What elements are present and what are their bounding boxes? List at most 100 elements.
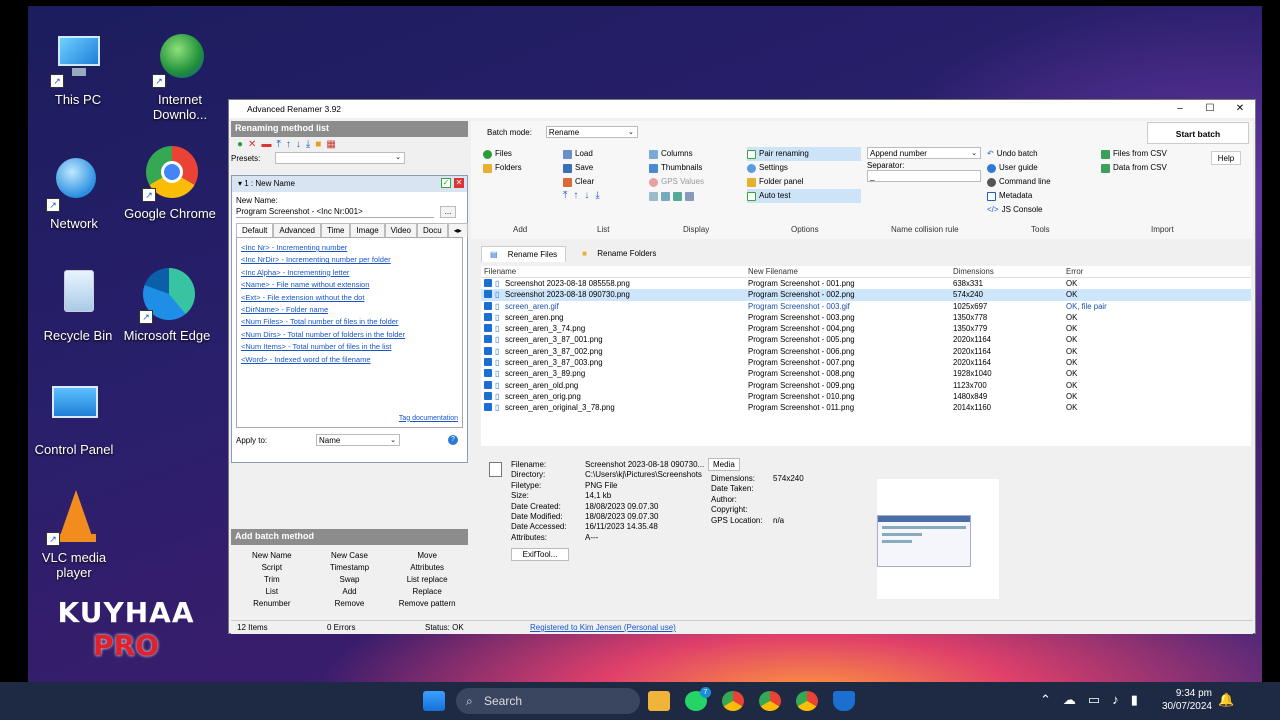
move-top-icon[interactable]: ⤒ <box>276 139 280 150</box>
file-explorer-icon[interactable] <box>648 691 670 711</box>
row-checkbox[interactable] <box>484 369 492 378</box>
clear-list-button[interactable]: Clear <box>563 175 600 189</box>
start-batch-button[interactable]: Start batch <box>1147 122 1249 144</box>
tag-link[interactable]: <DirName> - Folder name <box>241 304 458 316</box>
close-button[interactable]: ✕ <box>1225 100 1255 118</box>
move-top-icon[interactable]: ⤒ <box>563 189 567 203</box>
tag-link[interactable]: <Name> - File name without extension <box>241 279 458 291</box>
row-checkbox[interactable] <box>484 403 492 412</box>
undo-batch-button[interactable]: ↶ Undo batch <box>987 147 1051 161</box>
row-checkbox[interactable] <box>484 335 492 344</box>
maximize-button[interactable]: ☐ <box>1195 100 1225 118</box>
add-method-icon[interactable]: ● <box>237 139 243 150</box>
batch-method-swap[interactable]: Swap <box>311 575 389 584</box>
chrome-profile-icon[interactable] <box>759 691 781 711</box>
tag-link[interactable]: <Num Dirs> - Total number of folders in … <box>241 329 458 341</box>
row-checkbox[interactable] <box>484 290 492 299</box>
column-filename[interactable]: Filename <box>484 266 516 277</box>
minimize-button[interactable]: – <box>1165 100 1195 118</box>
move-up-icon[interactable]: ↑ <box>286 139 291 150</box>
row-checkbox[interactable] <box>484 346 492 355</box>
collision-dropdown[interactable]: Append number ⌄ <box>867 147 981 159</box>
tab-scroll-icon[interactable]: ◂▸ <box>447 223 468 237</box>
tab-rename-folders[interactable]: ■ Rename Folders <box>574 246 664 262</box>
table-row[interactable]: ▯ screen_aren_3_74.png Program Screenshot … <box>481 323 1251 334</box>
table-row[interactable]: ▯ screen_aren.gif Program Screenshot - 003… <box>481 301 1251 312</box>
exiftool-button[interactable]: ExifTool... <box>511 548 569 561</box>
move-up-icon[interactable]: ↑ <box>573 189 578 203</box>
settings-button[interactable]: Settings <box>747 161 861 175</box>
new-name-input[interactable]: Program Screenshot - <Inc Nr:001> <box>236 206 434 218</box>
batch-method-remove[interactable]: Remove <box>311 599 389 608</box>
metadata-button[interactable]: Metadata <box>987 189 1051 203</box>
batch-method-remove-pattern[interactable]: Remove pattern <box>388 599 466 608</box>
tag-documentation-link[interactable]: Tag documentation <box>399 413 458 425</box>
row-checkbox[interactable] <box>484 312 492 321</box>
folder-panel-button[interactable]: Folder panel <box>747 175 861 189</box>
batch-method-list-replace[interactable]: List replace <box>388 575 466 584</box>
desktop-icon-idm[interactable]: ↗ Internet Downlo... <box>130 32 230 122</box>
batch-method-move[interactable]: Move <box>388 551 466 560</box>
chevron-up-icon[interactable]: ⌃ <box>1040 692 1051 708</box>
layout-icon[interactable] <box>649 191 658 201</box>
notification-bell-icon[interactable]: 🔔 <box>1218 692 1234 708</box>
chrome-profile-icon[interactable] <box>796 691 818 711</box>
tab-image[interactable]: Image <box>350 223 385 237</box>
desktop-icon-recycle-bin[interactable]: Recycle Bin <box>28 268 128 343</box>
tab-rename-files[interactable]: ▤ Rename Files <box>481 246 567 262</box>
tag-link[interactable]: <Num Files> - Total number of files in t… <box>241 316 458 328</box>
js-console-button[interactable]: </> JS Console <box>987 203 1051 217</box>
enable-checkbox[interactable]: ✓ <box>441 178 451 188</box>
auto-test-toggle[interactable]: Auto test <box>747 189 861 203</box>
add-folders-button[interactable]: Folders <box>483 161 522 175</box>
table-row[interactable]: ▯ screen_aren_3_87_002.png Program Screens… <box>481 346 1251 357</box>
add-files-button[interactable]: Files <box>483 147 522 161</box>
move-down-icon[interactable]: ↓ <box>584 189 589 203</box>
tab-video[interactable]: Video <box>384 223 417 237</box>
clock[interactable]: 9:34 pm 30/07/2024 <box>1156 687 1212 713</box>
calendar-icon[interactable]: ▦ <box>326 139 335 150</box>
separator-input[interactable]: _ <box>867 170 981 182</box>
files-from-csv-button[interactable]: Files from CSV <box>1101 147 1167 161</box>
clear-methods-icon[interactable]: ▬ <box>261 139 271 150</box>
table-row[interactable]: ▯ screen_aren_3_87_001.png Program Screens… <box>481 334 1251 345</box>
gps-values-button[interactable]: GPS Values <box>649 175 704 189</box>
batch-method-new-case[interactable]: New Case <box>311 551 389 560</box>
move-bottom-icon[interactable]: ⤓ <box>595 189 599 203</box>
batch-method-add[interactable]: Add <box>311 587 389 596</box>
column-dimensions[interactable]: Dimensions <box>953 266 994 277</box>
tab-default[interactable]: Default <box>236 223 274 237</box>
table-row[interactable]: ▯ screen_aren_old.png Program Screenshot -… <box>481 380 1251 391</box>
move-bottom-icon[interactable]: ⤓ <box>306 139 310 150</box>
batch-method-attributes[interactable]: Attributes <box>388 563 466 572</box>
remove-method-icon[interactable]: ✕ <box>454 178 464 188</box>
shield-icon[interactable] <box>833 691 855 711</box>
windows-start-icon[interactable] <box>423 691 445 711</box>
row-checkbox[interactable] <box>484 324 492 333</box>
tab-time[interactable]: Time <box>320 223 351 237</box>
volume-icon[interactable]: ♪ <box>1112 692 1119 708</box>
media-tab[interactable]: Media <box>708 458 740 471</box>
taskbar-search-box[interactable]: ⌕ Search <box>456 688 640 714</box>
load-list-button[interactable]: Load <box>563 147 600 161</box>
apply-to-dropdown[interactable]: Name ⌄ <box>316 434 400 446</box>
batch-method-renumber[interactable]: Renumber <box>233 599 311 608</box>
network-icon[interactable]: ▭ <box>1088 692 1100 708</box>
browse-tags-button[interactable]: ... <box>440 206 456 218</box>
user-guide-button[interactable]: User guide <box>987 161 1051 175</box>
collapse-icon[interactable]: ▾ <box>238 179 242 188</box>
table-row[interactable]: ▯ screen_aren_3_87_003.png Program Screens… <box>481 357 1251 368</box>
column-new-filename[interactable]: New Filename <box>748 266 798 277</box>
desktop-icon-network[interactable]: ↗ Network <box>28 156 124 231</box>
layout-icon[interactable] <box>685 191 694 201</box>
row-checkbox[interactable] <box>484 380 492 389</box>
tag-link[interactable]: <Num Items> - Total number of files in t… <box>241 341 458 353</box>
batch-mode-dropdown[interactable]: Rename ⌄ <box>545 126 638 138</box>
cloud-icon[interactable]: ☁ <box>1063 692 1076 708</box>
save-list-button[interactable]: Save <box>563 161 600 175</box>
table-row[interactable]: ▯ Screenshot 2023-08-18 090730.png Program… <box>481 289 1251 301</box>
pair-renaming-toggle[interactable]: Pair renaming <box>747 147 861 161</box>
table-row[interactable]: ▯ screen_aren_3_89.png Program Screenshot … <box>481 368 1251 379</box>
desktop-icon-vlc[interactable]: ↗ VLC media player <box>28 490 124 580</box>
row-checkbox[interactable] <box>484 279 492 287</box>
